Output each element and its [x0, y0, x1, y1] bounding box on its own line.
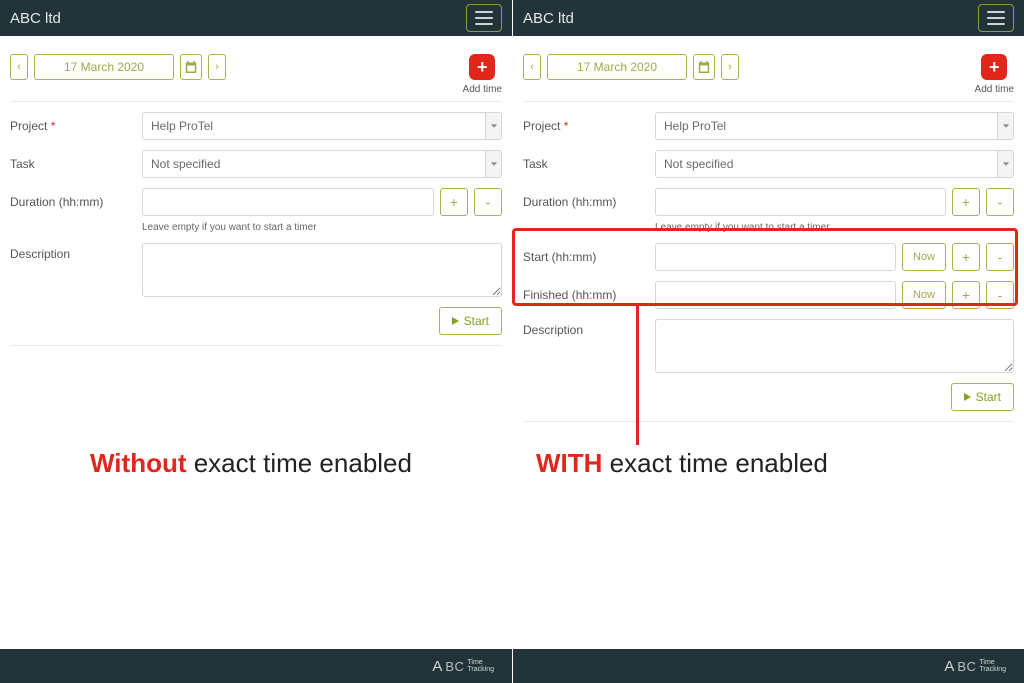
finished-plus-button[interactable]: +: [952, 281, 980, 309]
play-icon: [452, 317, 459, 325]
duration-label: Duration (hh:mm): [10, 195, 142, 209]
description-textarea[interactable]: [142, 243, 502, 297]
project-select[interactable]: Help ProTel: [655, 112, 1014, 140]
finished-label: Finished (hh:mm): [523, 288, 655, 302]
duration-input[interactable]: [655, 188, 946, 216]
project-select[interactable]: Help ProTel: [142, 112, 502, 140]
finished-now-button[interactable]: Now: [902, 281, 946, 309]
duration-hint: Leave empty if you want to start a timer: [655, 222, 1014, 233]
topbar: ABC ltd: [513, 0, 1024, 36]
calendar-icon[interactable]: [693, 54, 715, 80]
add-time-button[interactable]: +: [981, 54, 1007, 80]
add-time-button[interactable]: +: [469, 54, 495, 80]
start-plus-button[interactable]: +: [952, 243, 980, 271]
divider: [10, 101, 502, 102]
hamburger-menu-icon[interactable]: [466, 4, 502, 32]
calendar-icon[interactable]: [180, 54, 202, 80]
date-prev-button[interactable]: ‹: [523, 54, 541, 80]
add-time-label: Add time: [975, 84, 1014, 95]
duration-minus-button[interactable]: -: [474, 188, 502, 216]
project-label: Project *: [10, 119, 142, 133]
date-next-button[interactable]: ›: [721, 54, 739, 80]
date-display[interactable]: 17 March 2020: [34, 54, 174, 80]
task-select[interactable]: Not specified: [655, 150, 1014, 178]
start-button[interactable]: Start: [951, 383, 1014, 411]
duration-input[interactable]: [142, 188, 434, 216]
footer: ABC TimeTracking: [513, 649, 1024, 683]
description-label: Description: [10, 243, 142, 261]
date-next-button[interactable]: ›: [208, 54, 226, 80]
date-display[interactable]: 17 March 2020: [547, 54, 687, 80]
start-input[interactable]: [655, 243, 896, 271]
project-label: Project *: [523, 119, 655, 133]
task-label: Task: [10, 157, 142, 171]
divider: [523, 101, 1014, 102]
task-select[interactable]: Not specified: [142, 150, 502, 178]
brand: ABC ltd: [523, 10, 574, 27]
footer-logo: ABC TimeTracking: [432, 658, 494, 675]
duration-plus-button[interactable]: +: [952, 188, 980, 216]
topbar: ABC ltd: [0, 0, 512, 36]
caption-with: WITH exact time enabled: [536, 448, 828, 479]
date-prev-button[interactable]: ‹: [10, 54, 28, 80]
duration-hint: Leave empty if you want to start a timer: [142, 222, 502, 233]
divider: [10, 345, 502, 346]
duration-label: Duration (hh:mm): [523, 195, 655, 209]
divider: [523, 421, 1014, 422]
footer-logo: ABC TimeTracking: [944, 658, 1006, 675]
start-button[interactable]: Start: [439, 307, 502, 335]
panel-with-exact-time: ABC ltd ‹ 17 March 2020 › + Add time: [512, 0, 1024, 683]
play-icon: [964, 393, 971, 401]
start-now-button[interactable]: Now: [902, 243, 946, 271]
start-minus-button[interactable]: -: [986, 243, 1014, 271]
panel-without-exact-time: ABC ltd ‹ 17 March 2020 › + Add time: [0, 0, 512, 683]
start-label: Start (hh:mm): [523, 250, 655, 264]
task-label: Task: [523, 157, 655, 171]
caption-without: Without exact time enabled: [90, 448, 412, 479]
footer: ABC TimeTracking: [0, 649, 512, 683]
brand: ABC ltd: [10, 10, 61, 27]
description-textarea[interactable]: [655, 319, 1014, 373]
duration-minus-button[interactable]: -: [986, 188, 1014, 216]
duration-plus-button[interactable]: +: [440, 188, 468, 216]
finished-input[interactable]: [655, 281, 896, 309]
hamburger-menu-icon[interactable]: [978, 4, 1014, 32]
finished-minus-button[interactable]: -: [986, 281, 1014, 309]
add-time-label: Add time: [463, 84, 502, 95]
description-label: Description: [523, 319, 655, 337]
